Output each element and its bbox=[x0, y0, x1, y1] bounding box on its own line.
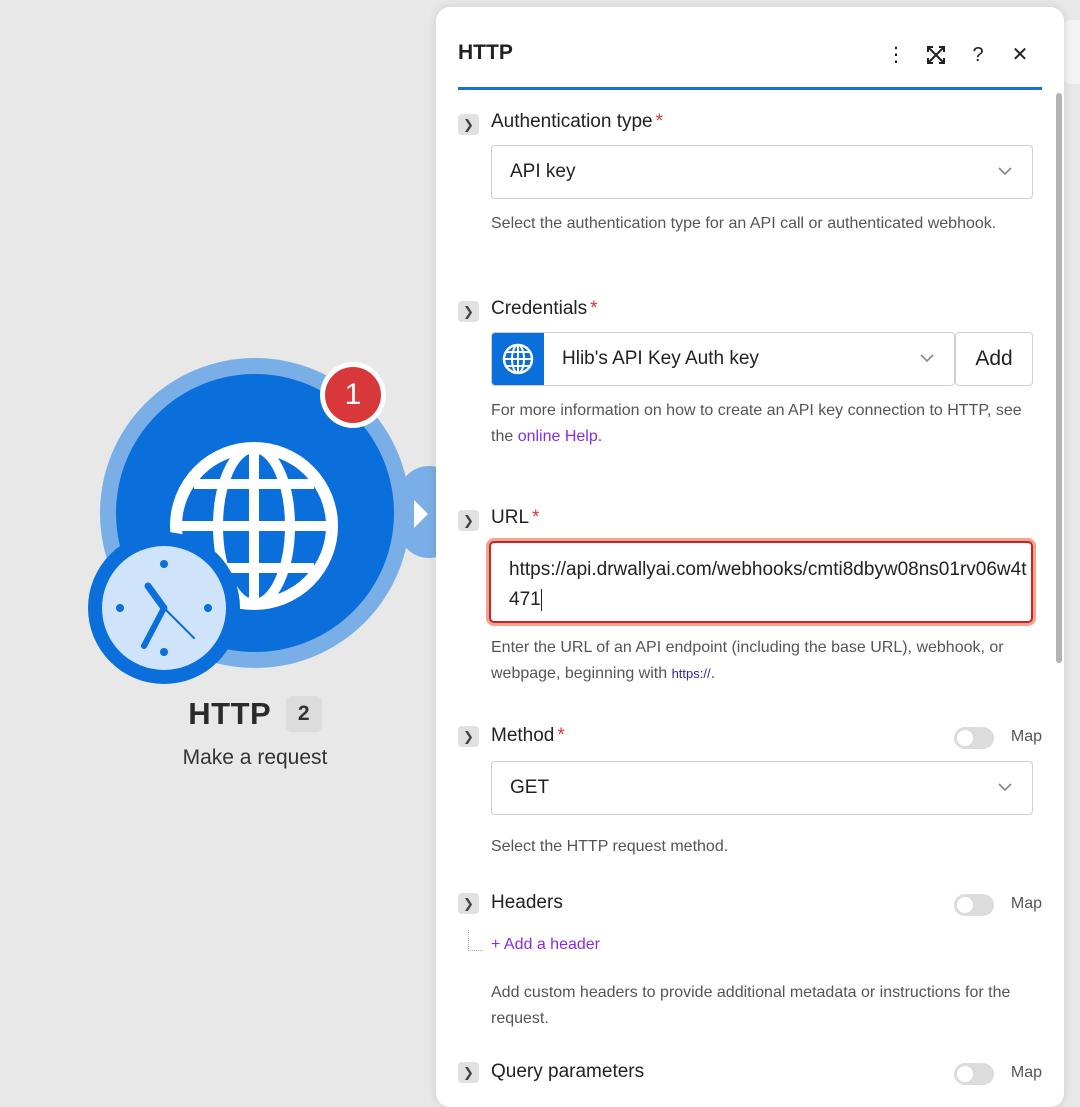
help-icon[interactable]: ? bbox=[964, 41, 992, 69]
method-label: Method * bbox=[491, 725, 565, 746]
side-panel-stub bbox=[1062, 20, 1080, 84]
add-credential-button[interactable]: Add bbox=[955, 332, 1033, 386]
url-label: URL * bbox=[491, 507, 540, 528]
url-help: Enter the URL of an API endpoint (includ… bbox=[491, 639, 1004, 682]
clock-icon bbox=[88, 532, 240, 684]
module-title-row: HTTP 2 bbox=[0, 696, 510, 732]
close-icon[interactable]: ✕ bbox=[1006, 41, 1034, 69]
credentials-label: Credentials * bbox=[491, 298, 598, 319]
method-map-toggle[interactable] bbox=[954, 727, 994, 749]
module-name: HTTP bbox=[188, 696, 272, 731]
globe-icon bbox=[492, 333, 544, 385]
auth-type-select[interactable]: API key bbox=[491, 145, 1033, 199]
chevron-right-icon[interactable]: ❯ bbox=[458, 726, 479, 747]
more-vertical-icon[interactable]: ⋮ bbox=[882, 41, 910, 69]
headers-help: Add custom headers to provide additional… bbox=[491, 984, 1011, 1027]
error-count: 1 bbox=[325, 367, 381, 423]
headers-map-label: Map bbox=[1010, 895, 1042, 912]
online-help-link[interactable]: online Help bbox=[518, 428, 598, 445]
credentials-value: Hlib's API Key Auth key bbox=[562, 348, 759, 369]
text-caret bbox=[540, 588, 542, 611]
query-map-toggle[interactable] bbox=[954, 1063, 994, 1085]
tree-connector bbox=[468, 930, 483, 951]
credentials-select[interactable]: Hlib's API Key Auth key bbox=[491, 332, 955, 386]
headers-label: Headers bbox=[491, 892, 563, 913]
auth-type-help: Select the authentication type for an AP… bbox=[491, 215, 997, 232]
method-select[interactable]: GET bbox=[491, 761, 1033, 815]
module-id-badge: 2 bbox=[285, 696, 322, 732]
http-module[interactable]: 1 HTTP 2 Make a request bbox=[0, 0, 460, 1080]
clock-hands bbox=[116, 560, 212, 656]
url-input[interactable]: https://api.drwallyai.com/webhooks/cmti8… bbox=[489, 541, 1033, 623]
error-count-badge[interactable]: 1 bbox=[320, 362, 386, 428]
chevron-right-icon[interactable]: ❯ bbox=[458, 510, 479, 531]
auth-type-label: Authentication type * bbox=[491, 111, 664, 132]
header-underline bbox=[458, 87, 1042, 90]
module-subtitle: Make a request bbox=[182, 746, 328, 769]
connector-arrow-icon bbox=[414, 500, 428, 528]
query-map-label: Map bbox=[1010, 1064, 1042, 1081]
chevron-right-icon[interactable]: ❯ bbox=[458, 893, 479, 914]
chevron-down-icon bbox=[998, 167, 1012, 176]
chevron-down-icon bbox=[920, 354, 934, 363]
add-header-button[interactable]: + Add a header bbox=[491, 936, 600, 954]
chevron-right-icon[interactable]: ❯ bbox=[458, 114, 479, 135]
url-input-text: https://api.drwallyai.com/webhooks/cmti8… bbox=[509, 559, 1027, 611]
panel-title: HTTP bbox=[458, 41, 513, 64]
chevron-right-icon[interactable]: ❯ bbox=[458, 301, 479, 322]
panel-scrollbar[interactable] bbox=[1056, 93, 1062, 663]
clock-face bbox=[102, 546, 226, 670]
chevron-down-icon bbox=[998, 783, 1012, 792]
module-settings-panel: HTTP ⋮ ? ✕ ❯ Authentication type * API ke… bbox=[436, 7, 1064, 1107]
method-help: Select the HTTP request method. bbox=[491, 838, 729, 855]
auth-type-value: API key bbox=[510, 161, 576, 182]
headers-map-toggle[interactable] bbox=[954, 894, 994, 916]
credentials-help: For more information on how to create an… bbox=[491, 402, 1022, 445]
method-map-label: Map bbox=[1010, 728, 1042, 745]
expand-icon[interactable] bbox=[922, 41, 950, 69]
method-value: GET bbox=[510, 777, 550, 798]
